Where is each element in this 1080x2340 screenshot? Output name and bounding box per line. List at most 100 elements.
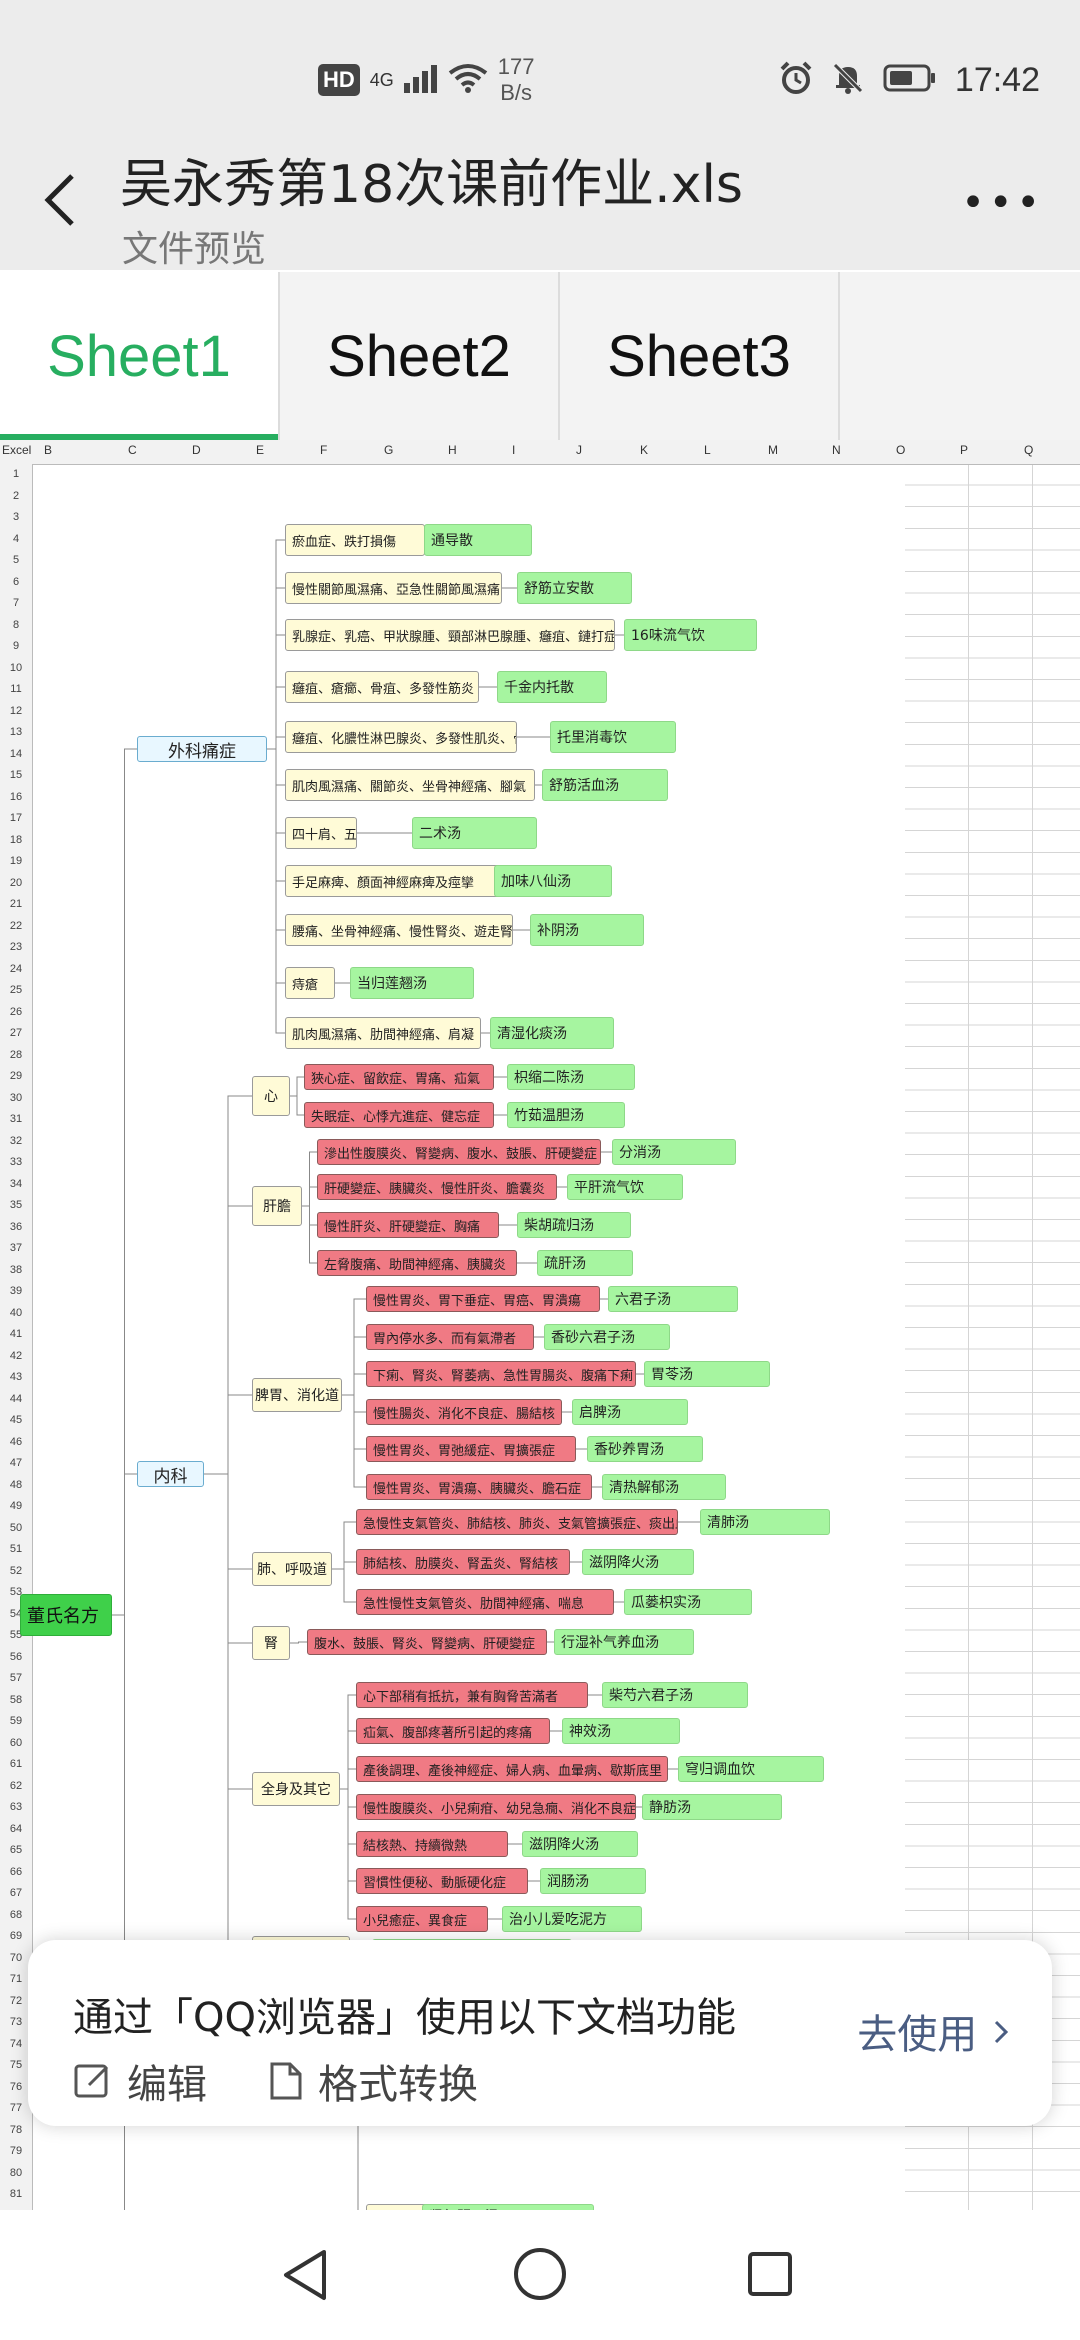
row-header: 7 bbox=[12, 597, 20, 609]
formula-node: 清湿化痰汤 bbox=[490, 1017, 614, 1049]
tab-sheet3[interactable]: Sheet3 bbox=[560, 272, 840, 440]
convert-action[interactable]: 格式转换 bbox=[268, 2052, 478, 2110]
row-header: 14 bbox=[9, 747, 23, 760]
row-header: 63 bbox=[9, 1801, 23, 1813]
disease-node: 慢性關節風濕痛、亞急性關節風濕痛 bbox=[285, 572, 502, 604]
row-header: 30 bbox=[9, 1091, 23, 1104]
row-header: 42 bbox=[9, 1349, 23, 1362]
row-header: 39 bbox=[9, 1285, 23, 1297]
column-header: G bbox=[384, 443, 394, 457]
row-header: 2 bbox=[12, 489, 20, 502]
alarm-icon bbox=[779, 61, 813, 99]
disease-node: 肝硬變症、胰臟炎、慢性肝炎、膽囊炎 bbox=[317, 1174, 557, 1200]
disease-node: 手足麻痺、顏面神經麻痺及痙攣 bbox=[285, 865, 515, 897]
tab-sheet1[interactable]: Sheet1 bbox=[0, 272, 280, 440]
disease-node: 急性慢性支氣管炎、肋間神經痛、喘息 bbox=[356, 1589, 614, 1615]
column-header: E bbox=[256, 443, 265, 457]
column-header: B bbox=[44, 443, 53, 457]
disease-node: 慢性腹膜炎、小兒痢疳、幼兒急癇、消化不良症 bbox=[356, 1794, 636, 1820]
disease-node: 痔瘡 bbox=[285, 967, 335, 999]
connector-line bbox=[340, 1788, 356, 1920]
formula-node: 舒筋立安散 bbox=[517, 572, 632, 604]
formula-node: 香砂六君子汤 bbox=[544, 1324, 670, 1350]
row-header: 50 bbox=[9, 1521, 23, 1534]
row-header: 78 bbox=[9, 2123, 23, 2136]
column-header: C bbox=[128, 443, 137, 457]
connector-line bbox=[342, 1394, 366, 1488]
disease-node: 慢性胃炎、胃下垂症、胃癌、胃潰瘍 bbox=[366, 1286, 600, 1312]
more-menu-button[interactable]: ••• bbox=[961, 180, 1044, 226]
formula-node: 穹归调血饮 bbox=[678, 1756, 824, 1782]
disease-node: 慢性胃炎、胃潰瘍、胰臟炎、膽石症 bbox=[366, 1474, 592, 1500]
row-header: 33 bbox=[9, 1156, 23, 1168]
formula-node: 当归莲翘汤 bbox=[350, 967, 474, 999]
disease-node: 慢性胃炎、胃弛緩症、胃擴張症 bbox=[366, 1436, 576, 1462]
disease-node: 結核熱、持續微熱 bbox=[356, 1831, 508, 1857]
wifi-icon bbox=[448, 63, 488, 97]
formula-node: 枳缩二陈汤 bbox=[507, 1064, 635, 1090]
disease-node: 瘀血症、跌打損傷 bbox=[285, 524, 425, 556]
column-header: F bbox=[320, 443, 328, 457]
row-header: 64 bbox=[9, 1822, 23, 1835]
qq-browser-banner: 通过「QQ浏览器」使用以下文档功能 编辑 格式转换 去使用 bbox=[28, 1940, 1052, 2126]
nav-home-button[interactable] bbox=[512, 2246, 568, 2306]
title-bar: 吴永秀第18次课前作业.xls 文件预览 ••• bbox=[0, 120, 1080, 270]
row-header: 26 bbox=[9, 1005, 23, 1018]
column-header: J bbox=[576, 443, 582, 457]
chevron-right-icon bbox=[994, 2020, 1009, 2044]
back-button[interactable] bbox=[36, 170, 86, 230]
disease-node: 慢性肝炎、肝硬變症、胸痛 bbox=[317, 1212, 499, 1238]
row-header: 19 bbox=[9, 855, 23, 867]
row-header: 69 bbox=[9, 1930, 23, 1942]
connector-line bbox=[302, 1205, 317, 1264]
row-header: 37 bbox=[9, 1242, 23, 1254]
row-header: 43 bbox=[9, 1371, 23, 1383]
go-use-button[interactable]: 去使用 bbox=[857, 2002, 1012, 2060]
connector-line bbox=[342, 1373, 366, 1396]
row-header: 57 bbox=[9, 1672, 23, 1684]
connector-line bbox=[332, 1561, 356, 1570]
connector-line bbox=[204, 1473, 252, 1952]
formula-node: 千金内托散 bbox=[497, 671, 607, 703]
row-header: 11 bbox=[10, 683, 22, 695]
row-header: 28 bbox=[9, 1048, 23, 1061]
row-header: 65 bbox=[9, 1844, 23, 1856]
connector-line bbox=[204, 1394, 252, 1475]
row-header: 70 bbox=[9, 1951, 23, 1964]
row-header: 34 bbox=[9, 1177, 23, 1190]
formula-node: 柴芍六君子汤 bbox=[602, 1682, 748, 1708]
disease-node: 癰疽、化膿性淋巴腺炎、多發性肌炎、骨疽 bbox=[285, 721, 517, 753]
row-header: 56 bbox=[9, 1650, 23, 1663]
disease-node: 癰疽、瘡癤、骨疽、多發性筋炎 bbox=[285, 671, 479, 703]
row-header: 75 bbox=[9, 2059, 23, 2071]
column-header: L bbox=[704, 443, 711, 457]
row-header: 62 bbox=[9, 1779, 23, 1792]
circle-home-icon bbox=[514, 2248, 566, 2300]
signal-icon bbox=[403, 63, 438, 97]
row-header: 8 bbox=[12, 618, 20, 631]
row-header: 73 bbox=[9, 2016, 23, 2028]
nav-recents-button[interactable] bbox=[746, 2250, 794, 2302]
row-header: 61 bbox=[9, 1758, 23, 1770]
row-header: 59 bbox=[9, 1715, 23, 1727]
chevron-left-icon bbox=[44, 174, 74, 226]
edit-action[interactable]: 编辑 bbox=[73, 2052, 207, 2110]
network-speed: 177 B/s bbox=[497, 54, 535, 105]
row-header: 71 bbox=[9, 1973, 23, 1985]
row-header: 36 bbox=[9, 1220, 23, 1233]
convert-label: 格式转换 bbox=[318, 2062, 478, 2108]
row-header: 58 bbox=[9, 1693, 23, 1706]
formula-node: 神效汤 bbox=[562, 1718, 680, 1744]
disease-node: 肺結核、肋膜炎、腎盂炎、腎結核 bbox=[356, 1549, 570, 1575]
connector-line bbox=[290, 1076, 304, 1097]
connector-line bbox=[290, 1095, 304, 1116]
formula-node: 启脾汤 bbox=[572, 1399, 688, 1425]
disease-node: 腹水、鼓脹、腎炎、腎變病、肝硬變症 bbox=[307, 1629, 547, 1655]
column-header: O bbox=[896, 443, 906, 457]
disease-node: 左脅腹痛、助間神經痛、胰臟炎 bbox=[317, 1250, 517, 1276]
connector-line bbox=[267, 736, 285, 750]
column-header: M bbox=[768, 443, 778, 457]
tab-sheet2[interactable]: Sheet2 bbox=[280, 272, 560, 440]
column-header: D bbox=[192, 443, 201, 457]
nav-back-button[interactable] bbox=[280, 2248, 330, 2306]
